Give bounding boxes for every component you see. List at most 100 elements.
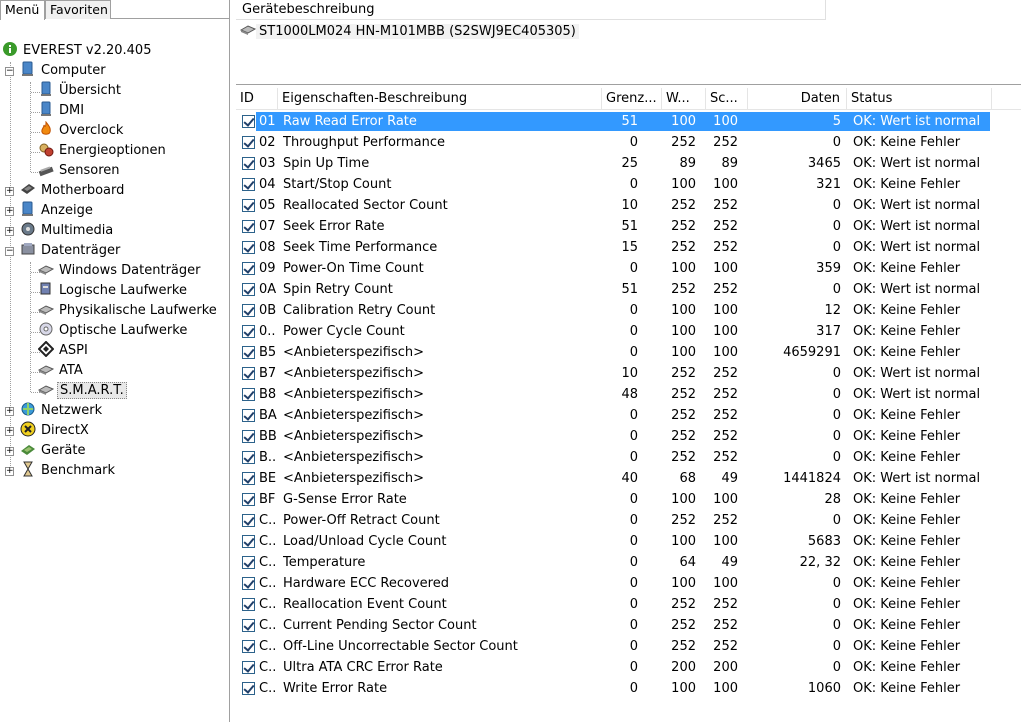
- tree-item-optische-laufwerke[interactable]: Optische Laufwerke: [38, 321, 189, 341]
- row-checkbox[interactable]: [242, 178, 255, 191]
- pane-splitter[interactable]: [236, 84, 1021, 85]
- table-row[interactable]: C.. Reallocation Event Count 0 252 252 0 OK: K…: [236, 594, 1021, 615]
- row-checkbox[interactable]: [242, 493, 255, 506]
- table-row[interactable]: C.. Write Error Rate 0 100 100 1060 OK: Keine …: [236, 678, 1021, 699]
- table-row[interactable]: C.. Ultra ATA CRC Error Rate 0 200 200 0 OK: K…: [236, 657, 1021, 678]
- table-row[interactable]: BF G-Sense Error Rate 0 100 100 28 OK: Keine F…: [236, 489, 1021, 510]
- column-header-status[interactable]: Status: [847, 88, 992, 110]
- expand-geraete-toggle[interactable]: +: [5, 447, 14, 456]
- tree-item-smart[interactable]: S.M.A.R.T.: [37, 381, 127, 401]
- tab-menu[interactable]: Menü: [0, 0, 45, 20]
- tree-item-dmi[interactable]: DMI: [38, 101, 86, 121]
- table-row[interactable]: 05 Reallocated Sector Count 10 252 252 0 OK: W…: [236, 195, 1021, 216]
- row-checkbox[interactable]: [242, 430, 255, 443]
- tree-item-netzwerk[interactable]: Netzwerk: [20, 401, 104, 421]
- table-row[interactable]: C.. Power-Off Retract Count 0 252 252 0 OK: Ke…: [236, 510, 1021, 531]
- tree-item-ata[interactable]: ATA: [37, 361, 85, 381]
- table-row[interactable]: B.. <Anbieterspezifisch> 0 252 252 0 OK: Keine…: [236, 447, 1021, 468]
- tree-item-physikalische-laufwerke[interactable]: Physikalische Laufwerke: [37, 301, 219, 321]
- row-checkbox[interactable]: [242, 556, 255, 569]
- table-row[interactable]: 07 Seek Error Rate 51 252 252 0 OK: Wert ist n…: [236, 216, 1021, 237]
- table-row[interactable]: C.. Off-Line Uncorrectable Sector Count 0 2…: [236, 636, 1021, 657]
- column-header-description[interactable]: Eigenschaften-Beschreibung: [278, 88, 602, 110]
- tree-item-uebersicht[interactable]: Übersicht: [38, 81, 123, 101]
- tree-item-motherboard[interactable]: Motherboard: [20, 181, 126, 201]
- tree-item-benchmark[interactable]: Benchmark: [20, 461, 117, 481]
- row-checkbox[interactable]: [242, 682, 255, 695]
- row-checkbox[interactable]: [242, 619, 255, 632]
- tree-item-aspi[interactable]: ASPI: [37, 340, 90, 361]
- tree-item-energieoptionen[interactable]: Energieoptionen: [38, 141, 168, 161]
- row-checkbox[interactable]: [242, 367, 255, 380]
- device-description-header[interactable]: Gerätebeschreibung: [236, 0, 826, 20]
- row-checkbox[interactable]: [242, 661, 255, 674]
- expand-benchmark-toggle[interactable]: +: [5, 467, 14, 476]
- row-checkbox[interactable]: [242, 283, 255, 296]
- tree-item-overclock[interactable]: Overclock: [38, 120, 125, 141]
- tree-item-logische-laufwerke[interactable]: Logische Laufwerke: [38, 281, 189, 301]
- column-header-value[interactable]: W...: [662, 88, 706, 110]
- table-row[interactable]: 08 Seek Time Performance 15 252 252 0 OK: Wert…: [236, 237, 1021, 258]
- row-checkbox[interactable]: [242, 199, 255, 212]
- collapse-datentraeger-toggle[interactable]: −: [5, 247, 14, 256]
- device-list-item[interactable]: ST1000LM024 HN-M101MBB (S2SWJ9EC405305): [236, 22, 579, 42]
- table-row[interactable]: C.. Load/Unload Cycle Count 0 100 100 5683 OK:…: [236, 531, 1021, 552]
- expand-directx-toggle[interactable]: +: [5, 427, 14, 436]
- row-checkbox[interactable]: [242, 598, 255, 611]
- tree-item-everest[interactable]: EVEREST v2.20.405: [2, 41, 153, 61]
- table-row[interactable]: BA <Anbieterspezifisch> 0 252 252 0 OK: Keine …: [236, 405, 1021, 426]
- table-row[interactable]: C.. Hardware ECC Recovered 0 100 100 0 OK: Kei…: [236, 573, 1021, 594]
- table-row[interactable]: 01 Raw Read Error Rate 51 100 100 5 OK: Wert i…: [236, 111, 1021, 132]
- tree-item-sensoren[interactable]: Sensoren: [38, 161, 122, 181]
- row-checkbox[interactable]: [242, 262, 255, 275]
- tab-favorites[interactable]: Favoriten: [45, 0, 111, 19]
- expand-anzeige-toggle[interactable]: +: [5, 207, 14, 216]
- row-checkbox[interactable]: [242, 535, 255, 548]
- table-row[interactable]: 04 Start/Stop Count 0 100 100 321 OK: Keine Fe…: [236, 174, 1021, 195]
- table-row[interactable]: B5 <Anbieterspezifisch> 0 100 100 4659291 OK: …: [236, 342, 1021, 363]
- tree-item-directx[interactable]: DirectX: [20, 421, 91, 441]
- table-row[interactable]: 09 Power-On Time Count 0 100 100 359 OK: Keine…: [236, 258, 1021, 279]
- expand-multimedia-toggle[interactable]: +: [5, 227, 14, 236]
- row-checkbox[interactable]: [242, 241, 255, 254]
- tree-item-multimedia[interactable]: Multimedia: [20, 221, 115, 241]
- table-row[interactable]: 03 Spin Up Time 25 89 89 3465 OK: Wert ist nor…: [236, 153, 1021, 174]
- column-header-id[interactable]: ID: [236, 88, 278, 110]
- tree-item-datentraeger[interactable]: Datenträger: [20, 241, 122, 261]
- tree-item-windows-datentraeger[interactable]: Windows Datenträger: [37, 261, 202, 281]
- row-checkbox[interactable]: [242, 640, 255, 653]
- column-header-threshold[interactable]: Grenz...: [602, 88, 662, 110]
- table-row[interactable]: B8 <Anbieterspezifisch> 48 252 252 0 OK: Wert …: [236, 384, 1021, 405]
- row-checkbox[interactable]: [242, 409, 255, 422]
- table-row[interactable]: BB <Anbieterspezifisch> 0 252 252 0 OK: Keine …: [236, 426, 1021, 447]
- row-checkbox[interactable]: [242, 220, 255, 233]
- table-row[interactable]: 0B Calibration Retry Count 0 100 100 12 OK: Ke…: [236, 300, 1021, 321]
- table-row[interactable]: C.. Current Pending Sector Count 0 252 252 0 O…: [236, 615, 1021, 636]
- row-checkbox[interactable]: [242, 388, 255, 401]
- tree-item-anzeige[interactable]: Anzeige: [20, 201, 95, 221]
- column-header-worst[interactable]: Sc...: [706, 88, 748, 110]
- table-row[interactable]: B7 <Anbieterspezifisch> 10 252 252 0 OK: Wert …: [236, 363, 1021, 384]
- row-checkbox[interactable]: [242, 577, 255, 590]
- row-checkbox[interactable]: [242, 115, 255, 128]
- row-checkbox[interactable]: [242, 157, 255, 170]
- column-header-data[interactable]: Daten: [748, 88, 847, 110]
- row-checkbox[interactable]: [242, 514, 255, 527]
- table-row[interactable]: 02 Throughput Performance 0 252 252 0 OK: Kein…: [236, 132, 1021, 153]
- tree-item-computer[interactable]: Computer: [20, 61, 108, 81]
- row-checkbox[interactable]: [242, 325, 255, 338]
- row-checkbox[interactable]: [242, 472, 255, 485]
- table-row[interactable]: BE <Anbieterspezifisch> 40 68 49 1441824 OK: W…: [236, 468, 1021, 489]
- row-checkbox[interactable]: [242, 451, 255, 464]
- expand-netzwerk-toggle[interactable]: +: [5, 407, 14, 416]
- tree-item-geraete[interactable]: Geräte: [20, 441, 87, 461]
- table-row[interactable]: 0.. Power Cycle Count 0 100 100 317 OK: Keine …: [236, 321, 1021, 342]
- table-row[interactable]: 0A Spin Retry Count 51 252 252 0 OK: Wert ist …: [236, 279, 1021, 300]
- row-checkbox[interactable]: [242, 304, 255, 317]
- row-checkbox[interactable]: [242, 136, 255, 149]
- table-row[interactable]: C.. Temperature 0 64 49 22, 32 OK: Keine Fehle…: [236, 552, 1021, 573]
- cell-id: B8: [259, 387, 277, 402]
- collapse-computer-toggle[interactable]: −: [5, 67, 14, 76]
- expand-motherboard-toggle[interactable]: +: [5, 187, 14, 196]
- row-checkbox[interactable]: [242, 346, 255, 359]
